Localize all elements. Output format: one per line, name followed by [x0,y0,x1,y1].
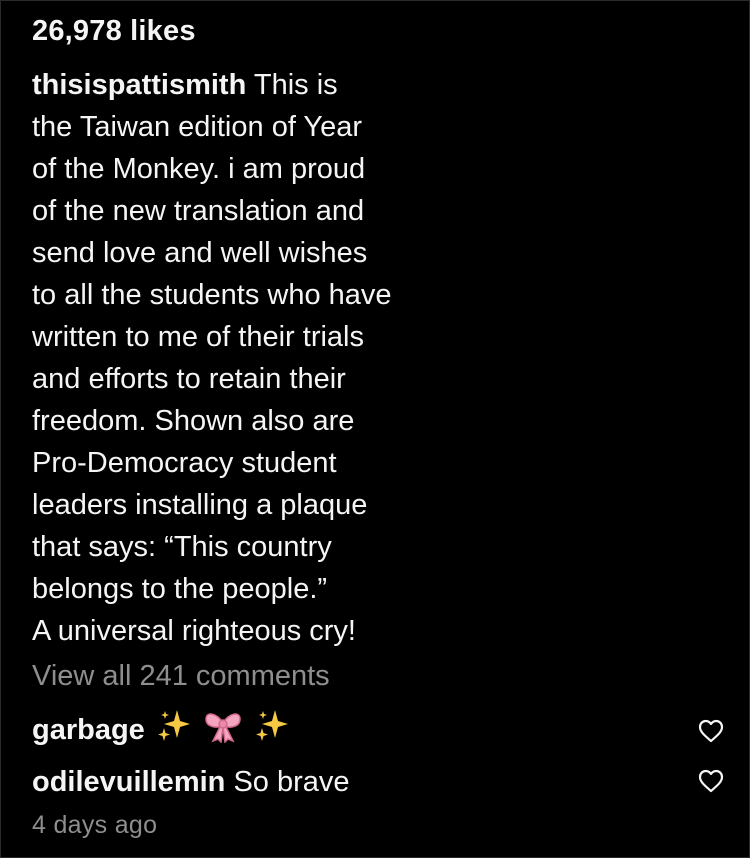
caption-text: freedom. Shown also are [32,405,355,437]
caption-text: leaders installing a plaque [32,489,368,521]
ribbon-icon [203,709,243,751]
likes-count[interactable]: 26,978 likes [32,15,196,48]
view-all-comments-link[interactable]: View all 241 comments [32,660,330,693]
sparkles-icon [157,708,191,752]
caption-text: A universal righteous cry! [32,615,356,647]
comment-item: garbage [32,708,289,752]
post-caption: thisispattismith This is the Taiwan edit… [32,64,462,652]
caption-text: Pro-Democracy student [32,447,337,479]
comment-username[interactable]: odilevuillemin [32,766,225,799]
caption-text: that says: “This country [32,531,332,563]
comment-text: So brave [233,765,350,798]
caption-text: the Taiwan edition of Year [32,111,363,143]
caption-text: written to me of their trials [32,321,364,353]
caption-line-1: thisispattismith This is [32,64,462,106]
like-comment-heart-icon[interactable] [698,719,724,743]
post-detail: 26,978 likes thisispattismith This is th… [0,0,750,858]
like-comment-heart-icon[interactable] [698,769,724,793]
caption-text: send love and well wishes [32,237,368,269]
comment-username[interactable]: garbage [32,714,145,747]
caption-text: and efforts to retain their [32,363,346,395]
comment-item: odilevuillemin So brave [32,760,350,804]
caption-text: belongs to the people.” [32,573,328,605]
caption-text: of the new translation and [32,195,365,227]
post-timestamp: 4 days ago [32,811,158,839]
sparkles-icon [255,708,289,752]
caption-text: of the Monkey. i am proud [32,153,366,185]
caption-text: to all the students who have [32,279,392,311]
caption-text: This is [253,69,338,101]
caption-username[interactable]: thisispattismith [32,69,246,101]
